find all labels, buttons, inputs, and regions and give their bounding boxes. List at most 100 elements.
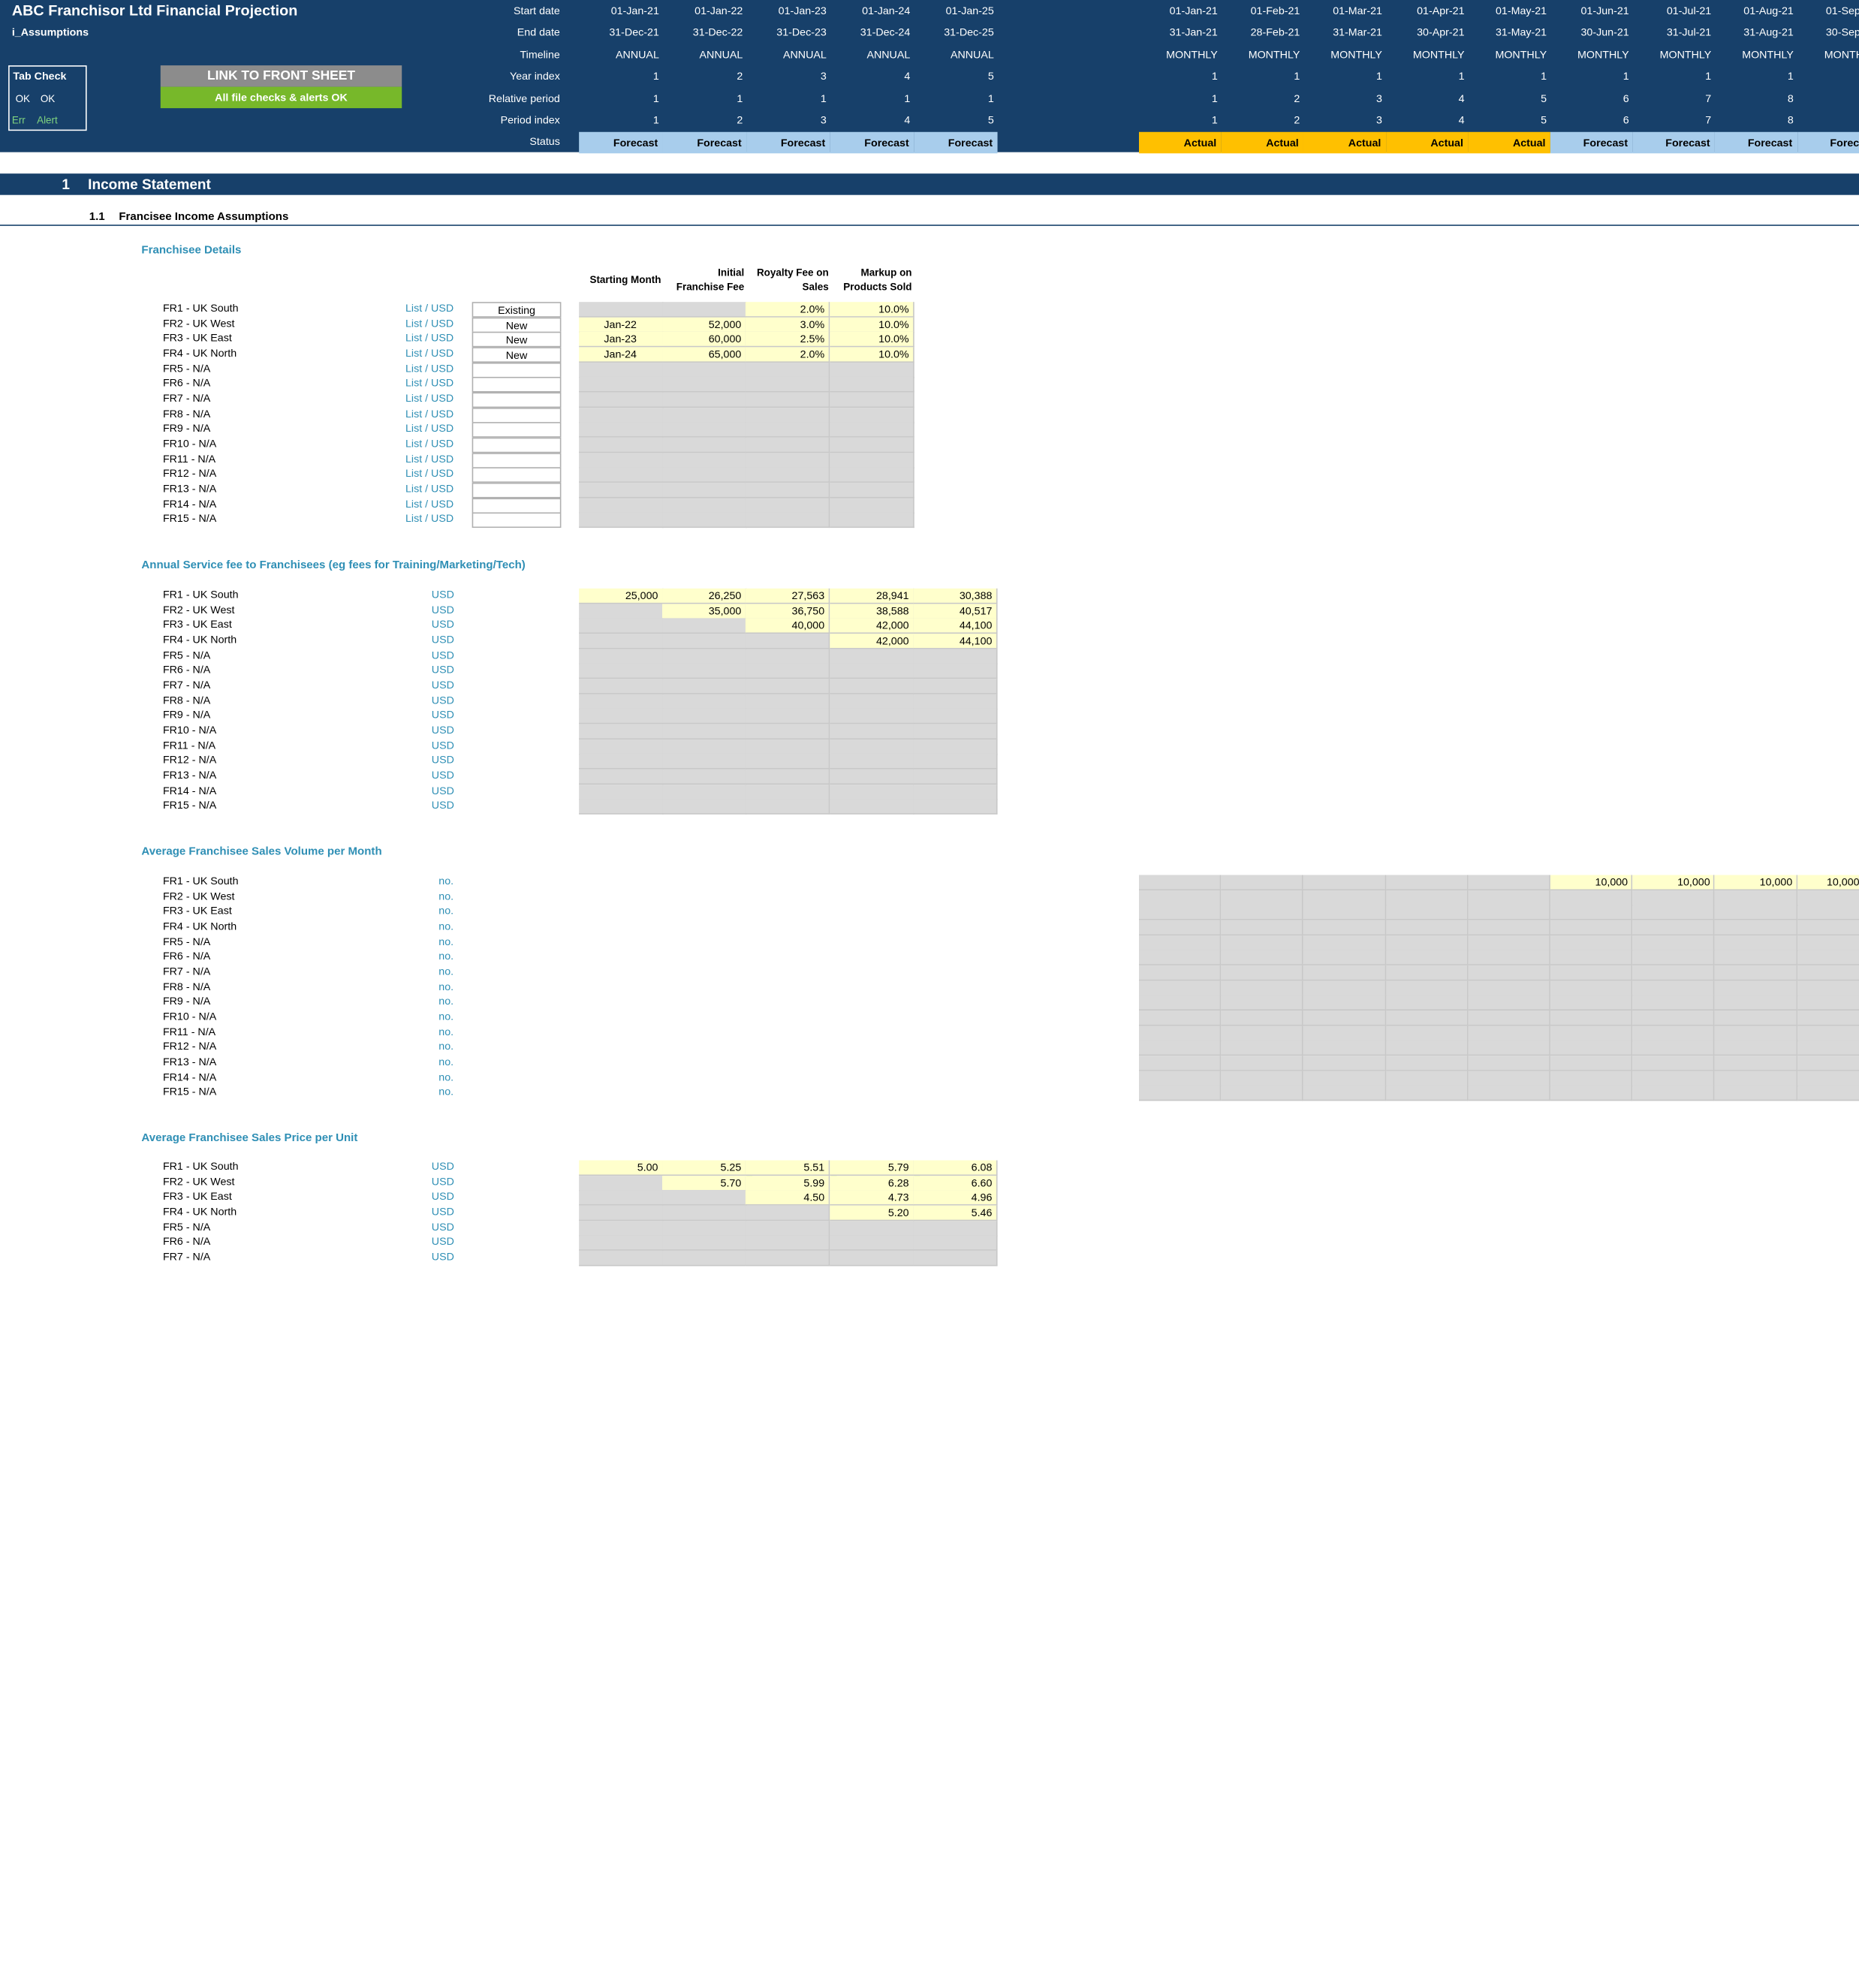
details-cell[interactable]: 2.0% (745, 302, 830, 318)
details-cell[interactable]: 10.0% (830, 302, 914, 318)
franchisee-type-input[interactable] (472, 482, 562, 499)
details-cell[interactable]: Jan-24 (579, 347, 663, 363)
franchisee-type-input[interactable] (472, 377, 562, 393)
sales-price-cell[interactable]: 4.96 (913, 1190, 997, 1206)
sales-volume-cell (1468, 890, 1550, 906)
sales-volume-cell (1550, 935, 1633, 951)
details-cell[interactable]: 2.5% (745, 332, 830, 348)
details-cell (830, 422, 914, 438)
service-fee-cell[interactable]: 44,100 (913, 618, 997, 634)
details-cell[interactable]: 3.0% (745, 317, 830, 333)
details-cell (830, 482, 914, 499)
service-fee-cell (662, 694, 746, 709)
sales-price-cell[interactable]: 5.20 (830, 1205, 914, 1221)
franchisee-type-input[interactable]: New (472, 347, 562, 363)
monthly-col-year: 1 (1541, 70, 1547, 83)
sales-volume-cell (1632, 995, 1716, 1011)
service-fee-cell (662, 634, 746, 649)
sales-volume-cell (1385, 1071, 1469, 1086)
service-fee-cell[interactable]: 40,517 (913, 603, 997, 619)
franchisee-type-input[interactable]: New (472, 332, 562, 348)
sales-volume-cell (1632, 905, 1716, 921)
sales-price-cell[interactable]: 5.79 (830, 1160, 914, 1176)
sales-volume-cell[interactable]: 10,000 (1632, 875, 1716, 891)
sales-price-cell (579, 1235, 663, 1252)
service-fee-cell[interactable]: 26,250 (662, 588, 746, 604)
sales-volume-cell (1632, 1071, 1716, 1086)
service-fee-cell[interactable]: 44,100 (913, 634, 997, 649)
sales-volume-cell (1550, 1026, 1633, 1041)
details-cell[interactable]: 10.0% (830, 317, 914, 333)
spreadsheet-canvas[interactable]: ABC Franchisor Ltd Financial Projection … (0, 0, 1859, 1988)
sales-volume-cell[interactable]: 10,000 (1797, 875, 1859, 891)
franchisee-type-input[interactable] (472, 362, 562, 378)
details-unit: List / USD (405, 392, 454, 405)
sales-volume-cell (1715, 950, 1797, 966)
sales-price-cell[interactable]: 4.50 (745, 1190, 830, 1206)
franchisee-type-input[interactable] (472, 422, 562, 438)
franchisee-type-input[interactable]: Existing (472, 302, 562, 318)
franchisee-details-heading: Franchisee Details (141, 243, 242, 258)
sales-volume-cell[interactable]: 10,000 (1550, 875, 1633, 891)
franchisee-type-input[interactable] (472, 467, 562, 483)
franchisee-type-input[interactable] (472, 437, 562, 453)
sales-price-cell[interactable]: 5.00 (579, 1160, 663, 1176)
sales-volume-cell (1632, 950, 1716, 966)
service-fee-cell[interactable]: 30,388 (913, 588, 997, 604)
franchisee-type-input[interactable] (472, 392, 562, 408)
sales-price-cell[interactable]: 5.25 (662, 1160, 746, 1176)
service-fee-cell[interactable]: 42,000 (830, 618, 914, 634)
sales-price-cell[interactable]: 5.70 (662, 1175, 746, 1191)
service-fee-cell[interactable]: 28,941 (830, 588, 914, 604)
details-cell[interactable]: 10.0% (830, 332, 914, 348)
sales-price-cell[interactable]: 5.46 (913, 1205, 997, 1221)
sales-volume-cell (1303, 905, 1386, 921)
monthly-col-rel: 1 (1211, 92, 1218, 105)
franchisee-type-input[interactable]: New (472, 317, 562, 333)
details-row-label: FR2 - UK West (162, 317, 235, 330)
sales-price-cell[interactable]: 6.08 (913, 1160, 997, 1176)
details-cell[interactable]: Jan-23 (579, 332, 663, 348)
sales-price-cell[interactable]: 5.99 (745, 1175, 830, 1191)
details-cell (745, 452, 830, 468)
service-fee-cell[interactable]: 42,000 (830, 634, 914, 649)
franchisee-type-input[interactable] (472, 498, 562, 514)
details-cell (662, 437, 746, 453)
link-to-front-sheet-button[interactable]: LINK TO FRONT SHEET (160, 65, 402, 87)
monthly-col-timeline: MONTHLY (1577, 48, 1629, 61)
service-fee-cell[interactable]: 25,000 (579, 588, 663, 604)
franchisee-type-input[interactable] (472, 407, 562, 423)
franchisee-type-input[interactable] (472, 513, 562, 529)
sales-volume-cell (1138, 875, 1222, 891)
sales-price-cell[interactable]: 6.28 (830, 1175, 914, 1191)
service-fee-cell[interactable]: 40,000 (745, 618, 830, 634)
sales-price-cell[interactable]: 5.51 (745, 1160, 830, 1176)
sales-volume-cell (1715, 980, 1797, 996)
franchisee-type-input[interactable] (472, 452, 562, 468)
details-cell[interactable]: 2.0% (745, 347, 830, 363)
annual-col-end: 31-Dec-24 (860, 26, 911, 38)
annual-col-start: 01-Jan-21 (610, 5, 659, 17)
details-cell[interactable]: 60,000 (662, 332, 746, 348)
sales-price-cell (662, 1250, 746, 1267)
service-fee-cell[interactable]: 36,750 (745, 603, 830, 619)
details-unit: List / USD (405, 377, 454, 390)
service-fee-heading: Annual Service fee to Franchisees (eg fe… (141, 559, 526, 572)
annual-col-timeline: ANNUAL (950, 48, 994, 61)
details-cell[interactable]: 52,000 (662, 317, 746, 333)
sales-volume-row-label: FR14 - N/A (162, 1071, 217, 1083)
sales-price-cell[interactable]: 4.73 (830, 1190, 914, 1206)
monthly-col-timeline: MONTHLY (1412, 48, 1465, 61)
service-fee-cell[interactable]: 35,000 (662, 603, 746, 619)
sales-price-cell (913, 1250, 997, 1267)
sales-volume-cell[interactable]: 10,000 (1715, 875, 1797, 891)
sales-volume-row-label: FR4 - UK North (162, 920, 237, 932)
sales-volume-cell (1303, 935, 1386, 951)
details-cell[interactable]: 65,000 (662, 347, 746, 363)
details-cell[interactable]: 10.0% (830, 347, 914, 363)
sales-volume-cell (1138, 905, 1222, 921)
service-fee-cell[interactable]: 38,588 (830, 603, 914, 619)
details-cell[interactable]: Jan-22 (579, 317, 663, 333)
service-fee-cell[interactable]: 27,563 (745, 588, 830, 604)
sales-price-cell[interactable]: 6.60 (913, 1175, 997, 1191)
